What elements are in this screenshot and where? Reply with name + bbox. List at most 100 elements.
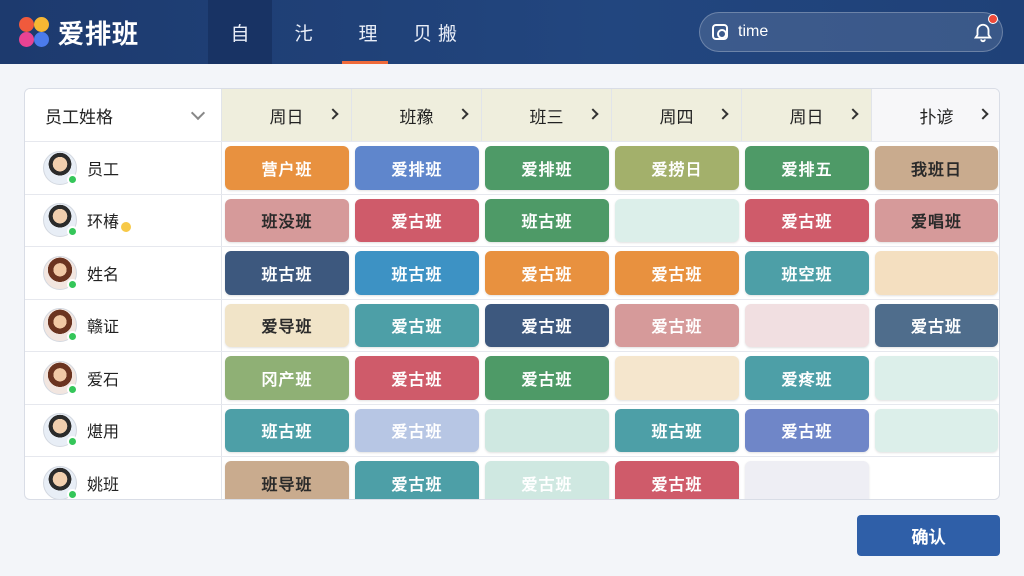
shift-block[interactable]: 爱古班 (355, 303, 479, 347)
shift-cell[interactable]: 爱古班 (352, 300, 482, 352)
employee-name-header[interactable]: 员工姓格 (25, 89, 222, 141)
shift-block[interactable]: 班空班 (745, 251, 869, 295)
day-header[interactable]: 扑谚 (872, 89, 999, 141)
shift-block[interactable]: 爱古班 (355, 356, 479, 400)
shift-block[interactable]: 爱古班 (355, 198, 479, 242)
shift-cell[interactable]: 爱古班 (612, 300, 742, 352)
shift-block[interactable]: 班古班 (485, 198, 609, 242)
employee-cell[interactable]: 赣证 (25, 299, 222, 351)
shift-block[interactable]: 爱古班 (745, 198, 869, 242)
day-header[interactable]: 班䂊 (352, 89, 482, 141)
shift-cell[interactable]: 班古班 (352, 247, 482, 299)
shift-block[interactable]: 爱唱班 (875, 198, 998, 242)
day-header[interactable]: 周日 (742, 89, 872, 141)
day-header[interactable]: 周日 (222, 89, 352, 141)
shift-block[interactable]: 班没班 (225, 198, 349, 242)
app-logo[interactable]: 爱排班 (18, 14, 208, 51)
shift-block[interactable]: 班导班 (225, 461, 349, 499)
shift-block[interactable]: 冈产班 (225, 356, 349, 400)
shift-block[interactable]: 爱古班 (485, 251, 609, 295)
shift-cell[interactable]: 班古班 (482, 195, 612, 247)
shift-cell[interactable]: 班古班 (612, 405, 742, 457)
shift-cell[interactable]: 冈产班 (222, 352, 352, 404)
shift-cell[interactable]: 爱排班 (352, 142, 482, 194)
shift-block[interactable]: 爱古班 (485, 303, 609, 347)
notification-button[interactable] (972, 14, 998, 44)
nav-tab-2[interactable]: 㲺 (272, 0, 336, 64)
shift-block[interactable]: 爱排班 (485, 146, 609, 190)
shift-block[interactable]: 爱排五 (745, 146, 869, 190)
shift-cell[interactable]: 班古班 (222, 247, 352, 299)
shift-block[interactable] (745, 461, 869, 499)
shift-block[interactable] (615, 198, 739, 242)
employee-cell[interactable]: 环椿 (25, 194, 222, 246)
shift-cell[interactable]: 爱疼班 (742, 352, 872, 404)
shift-cell[interactable] (612, 352, 742, 404)
shift-cell[interactable]: 爱排五 (742, 142, 872, 194)
employee-cell[interactable]: 员工 (25, 142, 222, 194)
shift-cell[interactable]: 班导班 (222, 457, 352, 499)
shift-cell[interactable]: 爱古班 (482, 457, 612, 499)
shift-cell[interactable]: 爱古班 (482, 352, 612, 404)
shift-block[interactable]: 爱古班 (615, 461, 739, 499)
shift-cell[interactable]: 班没班 (222, 195, 352, 247)
shift-block[interactable] (745, 303, 869, 347)
shift-cell[interactable] (872, 457, 999, 499)
shift-block[interactable]: 我班日 (875, 146, 998, 190)
shift-cell[interactable] (872, 352, 999, 404)
shift-cell[interactable]: 爱古班 (482, 300, 612, 352)
shift-cell[interactable]: 爱古班 (352, 405, 482, 457)
nav-tab-4[interactable]: 贝 搬 (400, 0, 470, 64)
shift-block[interactable]: 爱古班 (355, 461, 479, 499)
day-header[interactable]: 班三 (482, 89, 612, 141)
shift-block[interactable]: 爱排班 (355, 146, 479, 190)
shift-block[interactable]: 班古班 (615, 408, 739, 452)
employee-cell[interactable]: 爱石 (25, 352, 222, 404)
shift-block[interactable]: 营户班 (225, 146, 349, 190)
shift-cell[interactable]: 爱捞日 (612, 142, 742, 194)
shift-block[interactable] (875, 408, 998, 452)
shift-block[interactable]: 爱古班 (615, 303, 739, 347)
shift-cell[interactable]: 班空班 (742, 247, 872, 299)
shift-block[interactable]: 爱导班 (225, 303, 349, 347)
shift-block[interactable] (485, 408, 609, 452)
shift-cell[interactable]: 爱古班 (742, 405, 872, 457)
shift-cell[interactable]: 班古班 (222, 405, 352, 457)
shift-cell[interactable]: 营户班 (222, 142, 352, 194)
shift-cell[interactable]: 爱唱班 (872, 195, 999, 247)
shift-cell[interactable] (872, 247, 999, 299)
shift-cell[interactable] (742, 457, 872, 499)
shift-block[interactable]: 爱疼班 (745, 356, 869, 400)
employee-cell[interactable]: 姓名 (25, 247, 222, 299)
shift-cell[interactable]: 爱古班 (482, 247, 612, 299)
shift-cell[interactable]: 爱古班 (612, 247, 742, 299)
search-box[interactable] (699, 12, 1003, 52)
employee-cell[interactable]: 姚班 (25, 457, 222, 499)
confirm-button[interactable]: 确认 (857, 515, 1000, 556)
search-input[interactable] (738, 23, 958, 41)
shift-block[interactable]: 爱古班 (355, 408, 479, 452)
employee-cell[interactable]: 煁用 (25, 404, 222, 456)
shift-cell[interactable]: 爱古班 (352, 457, 482, 499)
shift-block[interactable]: 班古班 (225, 408, 349, 452)
shift-block[interactable]: 班古班 (225, 251, 349, 295)
shift-cell[interactable] (742, 300, 872, 352)
shift-block[interactable]: 爱古班 (485, 356, 609, 400)
shift-block[interactable] (875, 251, 998, 295)
shift-cell[interactable] (612, 195, 742, 247)
shift-cell[interactable]: 爱古班 (742, 195, 872, 247)
shift-block[interactable] (875, 356, 998, 400)
shift-block[interactable]: 爱捞日 (615, 146, 739, 190)
shift-cell[interactable]: 爱古班 (612, 457, 742, 499)
shift-cell[interactable] (872, 405, 999, 457)
shift-block[interactable]: 爱古班 (875, 303, 998, 347)
shift-block[interactable]: 爱古班 (485, 461, 609, 499)
shift-cell[interactable]: 爱排班 (482, 142, 612, 194)
shift-cell[interactable]: 爱古班 (352, 195, 482, 247)
shift-cell[interactable]: 爱古班 (352, 352, 482, 404)
shift-cell[interactable]: 爱古班 (872, 300, 999, 352)
nav-tab-3[interactable]: 理 (336, 0, 400, 64)
shift-cell[interactable] (482, 405, 612, 457)
shift-block[interactable]: 爱古班 (615, 251, 739, 295)
shift-cell[interactable]: 爱导班 (222, 300, 352, 352)
